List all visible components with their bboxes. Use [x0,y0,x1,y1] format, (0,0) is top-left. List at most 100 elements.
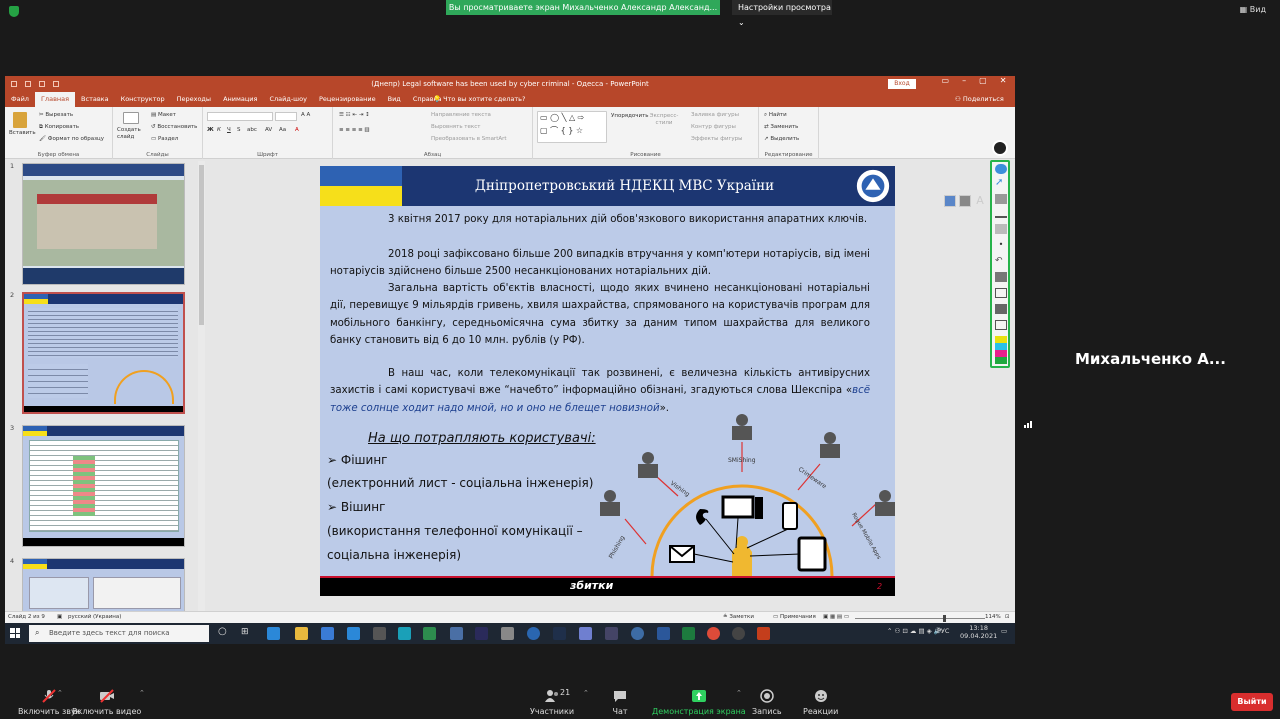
input-language[interactable]: РУС [937,627,949,635]
share-button[interactable]: ⚇ Поделиться [955,92,1004,107]
tab-design[interactable]: Конструктор [115,92,171,107]
edge-icon[interactable] [267,627,280,640]
font-size-input[interactable] [275,112,297,121]
tab-review[interactable]: Рецензирование [313,92,382,107]
underline-icon[interactable]: Ч [227,127,231,133]
app-icon[interactable] [501,627,514,640]
pen-icon[interactable] [995,194,1007,204]
pin-icon[interactable] [992,140,1008,156]
format-painter-button[interactable]: 🖌 Формат по образцу [39,136,104,142]
thumbnail-slide-4[interactable] [22,558,185,612]
text-tool-icon[interactable]: A [974,195,986,207]
undo-icon[interactable]: ↶ [995,256,1007,266]
share-screen-button[interactable]: Демонстрация экрана [652,689,746,716]
view-button[interactable]: ▦ Вид [1240,5,1266,14]
replace-button[interactable]: ⇄ Заменить [764,124,798,130]
tab-file[interactable]: Файл [5,92,35,107]
scrollbar-thumb[interactable] [199,165,204,325]
tell-me-search[interactable]: 💡 Что вы хотите сделать? [433,92,525,107]
chrome-icon[interactable] [707,627,720,640]
task-view-icon[interactable]: ⊞ [241,627,249,637]
shape-fill-button[interactable]: Заливка фигуры [691,112,739,118]
comments-button[interactable]: ▭ Примечания [773,614,816,620]
shadow-icon[interactable]: S [237,127,241,133]
clock[interactable]: 13:18 09.04.2021 [960,624,997,640]
tab-insert[interactable]: Вставка [75,92,115,107]
tray-icons[interactable]: ⌃ ⚇ ⊡ ☁ ▤ ◈ 🔊 [887,627,942,635]
cut-button[interactable]: ✂ Вырезать [39,112,73,118]
app-icon[interactable] [398,627,411,640]
dot-icon[interactable]: • [995,240,1007,250]
line-icon[interactable] [995,208,1007,218]
eraser-tool-icon[interactable] [995,224,1007,234]
clipboard-icon[interactable] [995,320,1007,330]
font-color-icon[interactable]: A [295,127,299,133]
leave-meeting-button[interactable]: Выйти [1231,693,1273,711]
view-options-button[interactable]: Настройки просмотра ⌄ [732,0,832,27]
text-direction-button[interactable]: Направление текста [431,112,491,118]
maximize-icon[interactable]: ▢ [979,76,987,92]
thumbnail-slide-3[interactable] [22,425,185,547]
minimize-icon[interactable]: – [962,76,966,92]
copy-button[interactable]: ⧉ Копировать [39,124,79,131]
ribbon-display-icon[interactable]: ▭ [942,76,950,92]
save-icon[interactable] [11,81,17,87]
language-indicator[interactable]: русский (Украина) [68,614,121,620]
layout-button[interactable]: ▤ Макет [151,112,176,118]
shape-outline-button[interactable]: Контур фигуры [691,124,736,130]
window-icon[interactable] [995,288,1007,298]
signin-button[interactable]: Вход [888,79,916,89]
new-slide-icon[interactable] [123,112,139,124]
tab-animations[interactable]: Анимация [217,92,263,107]
bold-icon[interactable]: Ж [207,127,214,133]
premiere-icon[interactable] [475,627,488,640]
tab-transitions[interactable]: Переходы [171,92,217,107]
video-options-chevron[interactable]: ⌃ [139,689,145,697]
tab-home[interactable]: Главная [34,92,76,107]
zoom-percent[interactable]: 114% [985,614,1001,620]
excel-icon[interactable] [682,627,695,640]
spacing-icon[interactable]: AV [265,127,272,133]
eraser-icon[interactable] [959,195,971,207]
close-icon[interactable]: ✕ [1000,76,1007,92]
case-icon[interactable]: Aa [279,127,286,133]
store-icon[interactable] [321,627,334,640]
share-chevron[interactable]: ⌃ [736,689,742,697]
zoom-slider-thumb[interactable] [943,615,946,622]
encoder-icon[interactable] [553,627,566,640]
find-button[interactable]: ⌕ Найти [764,112,787,119]
paste-button[interactable]: Вставить [9,130,36,136]
align-text-button[interactable]: Выровнять текст [431,124,480,130]
save-app-icon[interactable] [450,627,463,640]
audio-options-chevron[interactable]: ⌃ [57,689,63,697]
app-icon[interactable] [732,627,745,640]
cortana-icon[interactable]: ○ [218,626,227,637]
font-name-input[interactable] [207,112,273,121]
shape-effects-button[interactable]: Эффекты фигуры [691,136,743,142]
notes-button[interactable]: ≗ Заметки [723,614,754,620]
participants-chevron[interactable]: ⌃ [583,689,589,697]
tab-view[interactable]: Вид [382,92,407,107]
globe-icon[interactable] [631,627,644,640]
security-shield-icon[interactable] [9,6,19,17]
windows-start-icon[interactable] [10,628,20,638]
thumbnail-slide-2[interactable] [22,292,185,414]
start-video-button[interactable]: Включить видео [72,689,141,716]
chat-button[interactable]: Чат [612,689,628,716]
strikethrough-icon[interactable]: abc [247,127,257,133]
app-icon[interactable] [423,627,436,640]
spellcheck-icon[interactable]: ▣ [57,614,62,620]
eye-icon[interactable] [995,164,1007,174]
paste-icon[interactable] [13,112,27,128]
camera-icon[interactable] [995,304,1007,314]
reset-button[interactable]: ↺ Восстановить [151,124,197,130]
highlighter-icon[interactable] [944,195,956,207]
powerpoint-icon[interactable] [757,627,770,640]
new-slide-button[interactable]: Создать слайд [117,127,147,141]
trash-icon[interactable] [995,272,1007,282]
alignment-icons[interactable]: ≡ ≡ ≡ ≡ ▥ [339,127,370,133]
smartart-button[interactable]: Преобразовать в SmartArt [431,136,507,142]
thumbnail-slide-1[interactable] [22,163,185,285]
italic-icon[interactable]: К [217,127,221,133]
section-button[interactable]: ▭ Раздел [151,136,178,142]
